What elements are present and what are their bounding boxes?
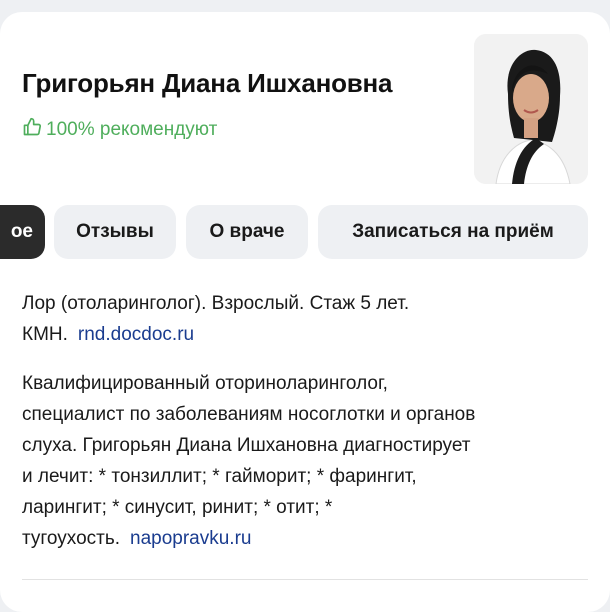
doctor-card: Григорьян Диана Ишхановна 100% рекоменду… (0, 12, 610, 612)
degree-text: КМН. (22, 324, 68, 345)
specialty-info: Лор (отоларинголог). Взрослый. Стаж 5 ле… (22, 288, 588, 350)
recommend-rating: 100% рекомендуют (22, 117, 217, 143)
tab-label: Записаться на приём (352, 221, 554, 242)
description-line: слуха. Григорьян Диана Ишхановна диагнос… (22, 435, 471, 456)
description-line: ларингит; * синусит, ринит; * отит; * (22, 497, 333, 518)
tab-reviews[interactable]: Отзывы (54, 205, 176, 259)
doctor-name: Григорьян Диана Ишхановна (22, 68, 393, 98)
tab-overview[interactable]: ое (0, 205, 45, 259)
thumbs-up-icon (22, 117, 42, 143)
description-line: специалист по заболеваниям носоглотки и … (22, 404, 476, 425)
tab-label: О враче (209, 221, 285, 242)
specialty-line: Лор (отоларинголог). Взрослый. Стаж 5 ле… (22, 293, 410, 314)
tab-label: Отзывы (76, 221, 154, 242)
description-line: и лечит: * тонзиллит; * гайморит; * фари… (22, 466, 417, 487)
recommend-text: 100% рекомендуют (46, 119, 218, 140)
source-link[interactable]: rnd.docdoc.ru (78, 324, 194, 345)
tab-book-appointment[interactable]: Записаться на приём (318, 205, 588, 259)
divider (22, 579, 588, 580)
tab-label: ое (10, 221, 33, 242)
tab-about-doctor[interactable]: О враче (186, 205, 308, 259)
description-line: Квалифицированный оториноларинголог, (22, 373, 388, 394)
source-link[interactable]: napopravku.ru (130, 528, 251, 549)
tab-bar: ое Отзывы О враче Записаться на приём (0, 205, 610, 259)
description-line: тугоухость. (22, 528, 121, 549)
doctor-photo[interactable] (474, 34, 588, 184)
description: Квалифицированный оториноларинголог, спе… (22, 368, 588, 554)
